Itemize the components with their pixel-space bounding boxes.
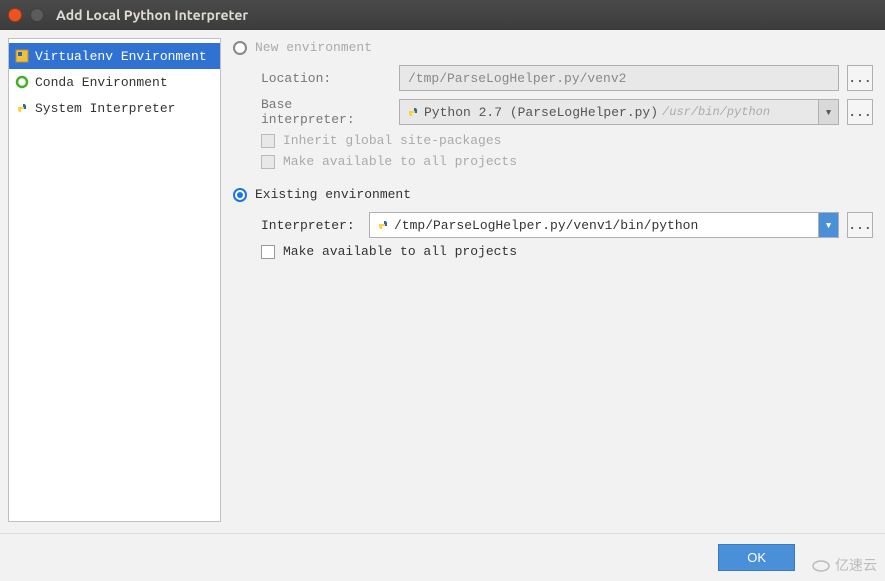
sidebar-item-label: Conda Environment xyxy=(35,75,168,90)
existing-available-all-row[interactable]: Make available to all projects xyxy=(261,244,873,259)
new-available-all-row[interactable]: Make available to all projects xyxy=(261,154,873,169)
existing-available-all-label: Make available to all projects xyxy=(283,244,517,259)
watermark-text: 亿速云 xyxy=(835,555,877,575)
new-environment-radio-row[interactable]: New environment xyxy=(233,40,873,55)
interpreter-type-list: Virtualenv Environment Conda Environment… xyxy=(8,38,221,522)
new-available-all-label: Make available to all projects xyxy=(283,154,517,169)
titlebar: Add Local Python Interpreter xyxy=(0,0,885,30)
interpreter-combo[interactable]: /tmp/ParseLogHelper.py/venv1/bin/python … xyxy=(369,212,839,238)
chevron-down-icon[interactable]: ▾ xyxy=(818,100,838,124)
checkbox-icon xyxy=(261,155,275,169)
chevron-down-icon[interactable]: ▾ xyxy=(818,213,838,237)
interpreter-row: Interpreter: /tmp/ParseLogHelper.py/venv… xyxy=(261,212,873,238)
ok-button[interactable]: OK xyxy=(718,544,795,571)
radio-icon xyxy=(233,41,247,55)
interpreter-label: Interpreter: xyxy=(261,218,361,233)
location-browse-button[interactable]: ... xyxy=(847,65,873,91)
sidebar-item-virtualenv[interactable]: Virtualenv Environment xyxy=(9,43,220,69)
venv-icon xyxy=(15,49,29,63)
base-interpreter-label: Base interpreter: xyxy=(261,97,391,127)
close-icon[interactable] xyxy=(8,8,22,22)
window-controls xyxy=(8,8,44,22)
minimize-icon[interactable] xyxy=(30,8,44,22)
checkbox-icon xyxy=(261,134,275,148)
base-interpreter-combo[interactable]: Python 2.7 (ParseLogHelper.py) /usr/bin/… xyxy=(399,99,839,125)
radio-icon xyxy=(233,188,247,202)
base-interpreter-value: Python 2.7 (ParseLogHelper.py) xyxy=(424,105,658,120)
checkbox-icon xyxy=(261,245,275,259)
python-icon xyxy=(15,101,29,115)
interpreter-browse-button[interactable]: ... xyxy=(847,212,873,238)
location-input: /tmp/ParseLogHelper.py/venv2 xyxy=(399,65,839,91)
python-icon xyxy=(406,105,420,119)
base-interpreter-hint: /usr/bin/python xyxy=(662,105,770,119)
existing-environment-label: Existing environment xyxy=(255,187,411,202)
interpreter-value: /tmp/ParseLogHelper.py/venv1/bin/python xyxy=(394,218,698,233)
window-title: Add Local Python Interpreter xyxy=(56,7,248,23)
base-interpreter-browse-button[interactable]: ... xyxy=(847,99,873,125)
cloud-icon xyxy=(811,558,831,572)
inherit-packages-label: Inherit global site-packages xyxy=(283,133,501,148)
dialog-footer: OK xyxy=(0,533,885,581)
sidebar-item-label: System Interpreter xyxy=(35,101,175,116)
existing-environment-radio-row[interactable]: Existing environment xyxy=(233,187,873,202)
sidebar-item-label: Virtualenv Environment xyxy=(35,49,207,64)
sidebar-item-system[interactable]: System Interpreter xyxy=(9,95,220,121)
conda-icon xyxy=(15,75,29,89)
sidebar-item-conda[interactable]: Conda Environment xyxy=(9,69,220,95)
watermark: 亿速云 xyxy=(811,555,877,575)
location-row: Location: /tmp/ParseLogHelper.py/venv2 .… xyxy=(261,65,873,91)
main-panel: New environment Location: /tmp/ParseLogH… xyxy=(225,30,885,530)
dialog-body: Virtualenv Environment Conda Environment… xyxy=(0,30,885,530)
base-interpreter-row: Base interpreter: Python 2.7 (ParseLogHe… xyxy=(261,97,873,127)
python-icon xyxy=(376,218,390,232)
location-value: /tmp/ParseLogHelper.py/venv2 xyxy=(408,71,626,86)
location-label: Location: xyxy=(261,71,391,86)
new-environment-label: New environment xyxy=(255,40,372,55)
inherit-packages-row[interactable]: Inherit global site-packages xyxy=(261,133,873,148)
